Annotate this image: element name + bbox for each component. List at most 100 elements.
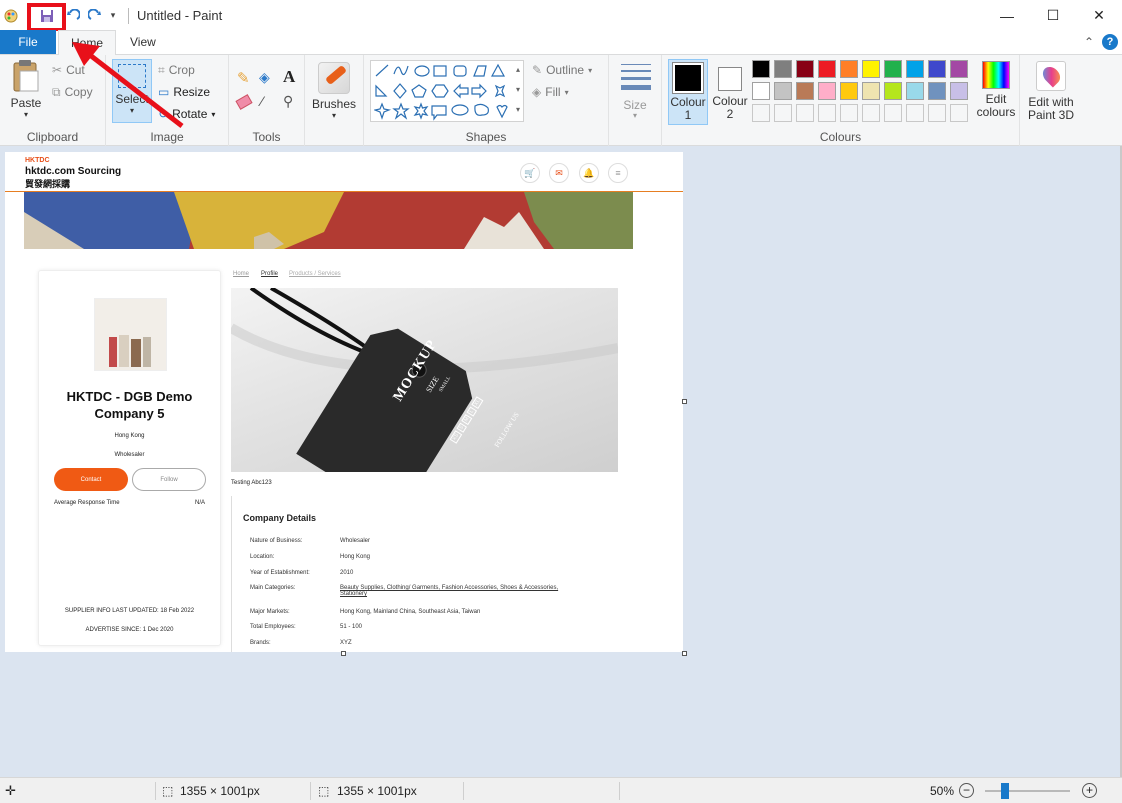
colour1-swatch — [672, 62, 704, 94]
image-size-icon: ⬚ — [318, 783, 330, 798]
palette-swatch[interactable] — [862, 82, 880, 100]
detail-value: Wholesaler — [340, 538, 371, 544]
selection-size-icon: ⬚ — [162, 783, 174, 798]
tab-file[interactable]: File — [0, 30, 56, 54]
paint3d-label: Edit with Paint 3D — [1027, 95, 1075, 122]
fill-icon: ◈ — [532, 85, 542, 99]
shapes-gallery[interactable] — [370, 60, 524, 122]
maximize-button[interactable]: ☐ — [1030, 0, 1076, 31]
paste-button[interactable]: Paste ▾ — [8, 59, 44, 121]
palette-swatch[interactable] — [884, 60, 902, 78]
colour2-button[interactable]: Colour 2 — [710, 59, 750, 125]
fabric-banner — [24, 192, 633, 249]
outline-icon: ✎ — [532, 63, 543, 77]
zoom-out-button[interactable]: − — [959, 783, 974, 798]
size-group[interactable]: Size ▾ — [609, 55, 662, 146]
clipboard-icon — [13, 60, 39, 92]
tabs-right: ⌃ ? — [1084, 34, 1118, 50]
detail-label: Brands: — [250, 640, 271, 646]
custom-colour-slot[interactable] — [862, 104, 880, 122]
paint-app-icon[interactable] — [0, 5, 22, 27]
collapse-ribbon-icon[interactable]: ⌃ — [1084, 35, 1094, 49]
palette-swatch[interactable] — [906, 60, 924, 78]
custom-colour-slot[interactable] — [840, 104, 858, 122]
colour2-swatch — [718, 67, 742, 91]
paint3d-icon — [1036, 61, 1066, 91]
custom-colour-slot[interactable] — [928, 104, 946, 122]
fabric-banner-image — [24, 192, 633, 249]
avg-response-label: Average Response Time — [54, 500, 120, 506]
hktdc-logo: HKTDC — [25, 157, 50, 164]
colour1-button[interactable]: Colour 1 — [668, 59, 708, 125]
zoom-slider-thumb[interactable] — [1001, 783, 1009, 799]
palette-swatch[interactable] — [950, 60, 968, 78]
palette-swatch[interactable] — [796, 60, 814, 78]
palette-swatch[interactable] — [950, 82, 968, 100]
brushes-group[interactable]: Brushes ▾ — [305, 55, 364, 146]
company-profile-card: HKTDC - DGB Demo Company 5 Hong Kong Who… — [38, 270, 221, 646]
minimize-button[interactable]: — — [984, 0, 1030, 31]
palette-swatch[interactable] — [928, 60, 946, 78]
custom-colour-slot[interactable] — [752, 104, 770, 122]
palette-swatch[interactable] — [752, 82, 770, 100]
site-name: hktdc.com Sourcing — [25, 166, 122, 177]
image-canvas[interactable]: HKTDC hktdc.com Sourcing 貿發網採購 🛒 ✉ 🔔 ≡ H… — [5, 152, 683, 652]
product-image: MOCKUP SIZE SMALL XS S M L XL FOLLOW US — [231, 288, 618, 472]
outline-button[interactable]: ✎ Outline ▾ — [532, 59, 592, 81]
fill-button[interactable]: ◈ Fill ▾ — [532, 81, 569, 103]
shapes-icon-grid — [374, 63, 508, 121]
custom-colour-slot[interactable] — [774, 104, 792, 122]
palette-swatch[interactable] — [862, 60, 880, 78]
advertise-since: ADVERTISE SINCE: 1 Dec 2020 — [85, 627, 174, 633]
avg-response-value: N/A — [194, 500, 205, 506]
breadcrumb-profile: Profile — [261, 271, 279, 277]
colours-group-label: Colours — [819, 130, 862, 144]
colour-wheel-icon — [982, 61, 1010, 89]
palette-swatch[interactable] — [906, 82, 924, 100]
zoom-slider[interactable] — [985, 783, 1070, 799]
custom-colour-slot[interactable] — [884, 104, 902, 122]
detail-value[interactable]: Beauty Supplies, Clothing/ Garments, Fas… — [340, 585, 585, 597]
canvas-resize-handle-right[interactable] — [682, 399, 687, 404]
detail-value: Hong Kong, Mainland China, Southeast Asi… — [340, 609, 481, 615]
custom-colour-slot[interactable] — [906, 104, 924, 122]
zoom-level: 50% — [930, 783, 955, 798]
zoom-in-button[interactable]: + — [1082, 783, 1097, 798]
colours-group: Colour 1 Colour 2 Edit colours Colours — [662, 55, 1020, 146]
company-name: HKTDC - DGB Demo Company 5 — [66, 389, 193, 421]
brushes-label: Brushes — [311, 97, 357, 111]
breadcrumb-products: Products / Services — [289, 271, 341, 277]
palette-swatch[interactable] — [818, 60, 836, 78]
palette-swatch[interactable] — [796, 82, 814, 100]
paint3d-group[interactable]: Edit with Paint 3D — [1020, 55, 1082, 146]
size-label: Size — [623, 98, 647, 112]
cursor-position-icon: ✛ — [5, 782, 16, 798]
status-divider — [155, 782, 156, 800]
company-logo-image — [94, 298, 167, 371]
company-details-title: Company Details — [243, 513, 317, 523]
palette-swatch[interactable] — [818, 82, 836, 100]
shapes-scroll[interactable]: ▴ ▾ ▾ — [512, 60, 524, 122]
palette-swatch[interactable] — [774, 60, 792, 78]
paste-dropdown-icon[interactable]: ▾ — [8, 110, 44, 119]
canvas-resize-handle-bottom[interactable] — [341, 651, 346, 656]
custom-colour-slot[interactable] — [818, 104, 836, 122]
palette-swatch[interactable] — [840, 82, 858, 100]
custom-colour-slot[interactable] — [950, 104, 968, 122]
palette-swatch[interactable] — [928, 82, 946, 100]
close-button[interactable]: ✕ — [1076, 0, 1122, 31]
follow-button: Follow — [132, 468, 206, 491]
palette-swatch[interactable] — [774, 82, 792, 100]
palette-swatch[interactable] — [752, 60, 770, 78]
edit-colours-button[interactable]: Edit colours — [974, 61, 1018, 125]
status-divider — [463, 782, 464, 800]
bell-icon: 🔔 — [579, 163, 599, 183]
help-icon[interactable]: ? — [1102, 34, 1118, 50]
custom-colour-slot[interactable] — [796, 104, 814, 122]
status-divider — [310, 782, 311, 800]
mail-icon: ✉ — [549, 163, 569, 183]
canvas-resize-handle-corner[interactable] — [682, 651, 687, 656]
palette-swatch[interactable] — [840, 60, 858, 78]
image-size: 1355 × 1001px — [337, 783, 417, 798]
palette-swatch[interactable] — [884, 82, 902, 100]
